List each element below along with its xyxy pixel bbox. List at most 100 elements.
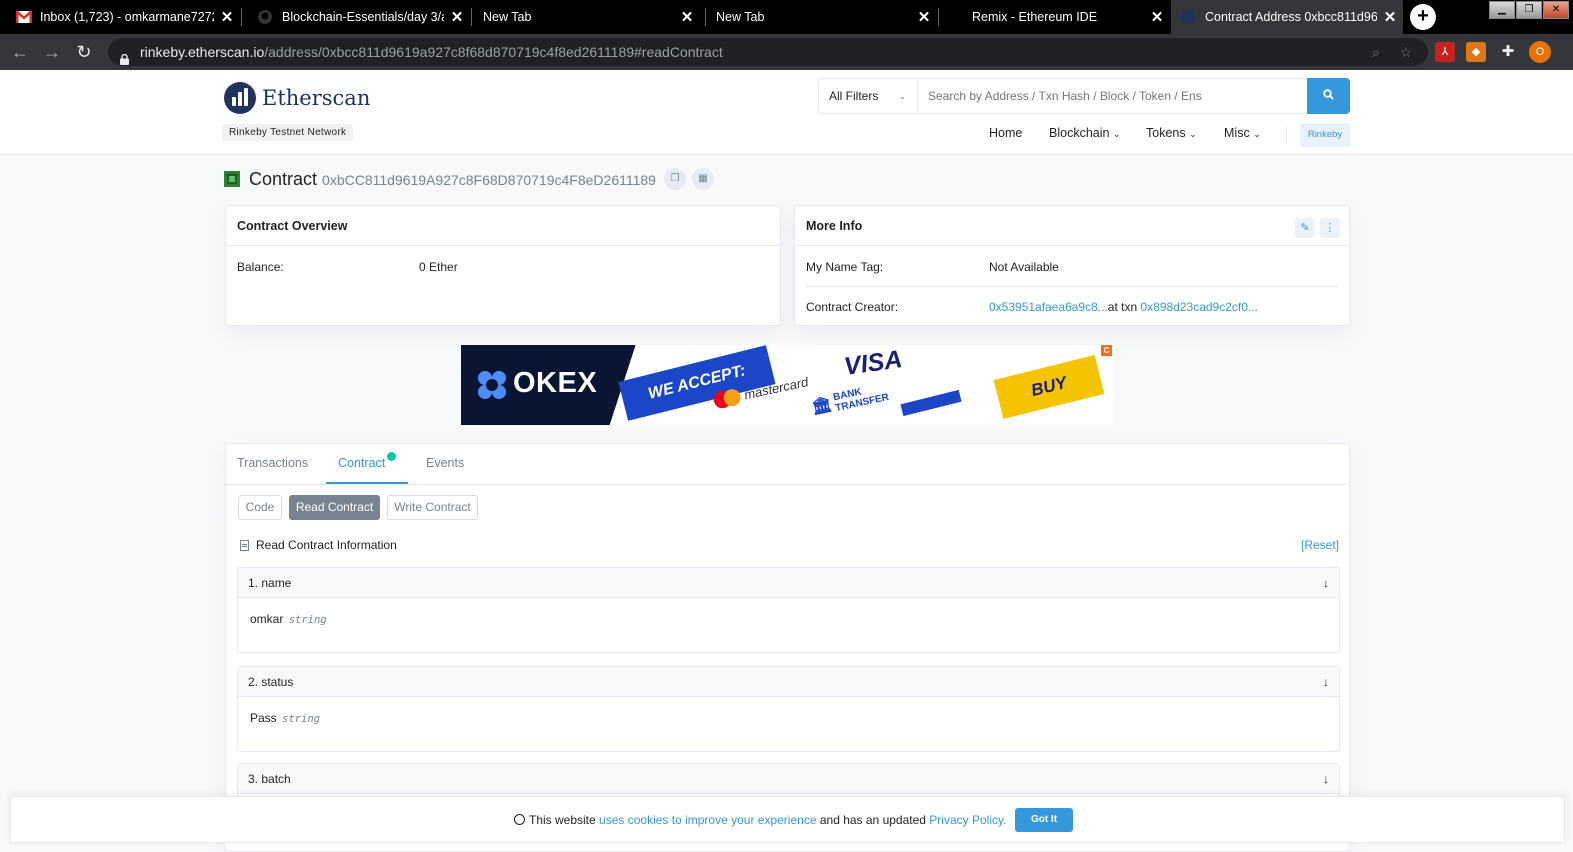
chevron-down-icon: ⌄ bbox=[1189, 129, 1197, 139]
reset-link[interactable]: [Reset] bbox=[1301, 538, 1339, 552]
contract-address: 0xbCC811d9619A927c8F68D870719c4F8eD26111… bbox=[322, 172, 656, 188]
network-badge: Rinkeby Testnet Network bbox=[222, 124, 354, 141]
cookie-middle: and has an updated bbox=[819, 813, 926, 827]
nav-divider bbox=[1286, 126, 1287, 144]
nav-home[interactable]: Home bbox=[989, 126, 1022, 140]
nav-misc[interactable]: Misc ⌄ bbox=[1224, 126, 1261, 140]
read-contract-button[interactable]: Read Contract bbox=[289, 495, 380, 520]
chevron-down-icon: ⌄ bbox=[1253, 129, 1261, 139]
creator-txn-link[interactable]: 0x898d23cad9c2cf0... bbox=[1140, 300, 1257, 314]
tab-transactions[interactable]: Transactions bbox=[237, 456, 308, 470]
search-filter-select[interactable]: All Filters ⌄ bbox=[818, 78, 918, 114]
close-window-button[interactable]: ✕ bbox=[1543, 1, 1569, 19]
creator-at-text: at txn bbox=[1107, 300, 1138, 314]
etherscan-logo[interactable]: Etherscan bbox=[224, 82, 370, 114]
card-title: More Info bbox=[795, 206, 1349, 246]
metamask-icon[interactable]: ◆ bbox=[1466, 42, 1486, 62]
result-type: string bbox=[282, 713, 320, 725]
close-tab-icon[interactable]: ✕ bbox=[911, 8, 937, 26]
function-result: omkar string bbox=[238, 598, 1339, 640]
search-input[interactable] bbox=[917, 78, 1308, 114]
address-bar[interactable]: rinkeby.etherscan.io/address/0xbcc811d96… bbox=[108, 38, 1428, 66]
browser-tab-remix[interactable]: Remix - Ethereum IDE ✕ bbox=[940, 0, 1170, 34]
creator-value: 0x53951afaea6a9c8...at txn 0x898d23cad9c… bbox=[989, 300, 1258, 314]
profile-avatar[interactable]: O bbox=[1529, 41, 1551, 63]
forward-arrow-icon[interactable]: → bbox=[40, 40, 64, 64]
nav-misc-label: Misc bbox=[1224, 126, 1250, 140]
minimize-button[interactable]: ▁ bbox=[1489, 1, 1515, 19]
tab-title: Contract Address 0xbcc811d96 bbox=[1205, 10, 1377, 24]
result-value: Pass bbox=[250, 711, 277, 725]
cookie-text: This website uses cookies to improve you… bbox=[514, 813, 1006, 827]
tab-events[interactable]: Events bbox=[426, 456, 464, 470]
okex-ad-banner[interactable]: OKEX WE ACCEPT: mastercard VISA 🏛 BANK TR… bbox=[461, 345, 1114, 425]
url-path: /address/0xbcc811d9619a927c8f68d870719c4… bbox=[264, 44, 723, 60]
browser-tab-github[interactable]: Blockchain-Essentials/day 3/anc ✕ bbox=[242, 0, 470, 34]
more-options-icon[interactable]: ⋮ bbox=[1320, 218, 1340, 238]
new-tab-button[interactable]: + bbox=[1410, 4, 1436, 30]
code-button[interactable]: Code bbox=[238, 495, 282, 520]
filter-label: All Filters bbox=[829, 89, 879, 103]
gmail-icon bbox=[15, 10, 33, 24]
extensions-puzzle-icon[interactable]: ✚ bbox=[1498, 42, 1518, 62]
function-header[interactable]: 3. batch ↓ bbox=[238, 764, 1339, 794]
tab-title: Inbox (1,723) - omkarmane7272 bbox=[40, 10, 214, 24]
tab-contract[interactable]: Contract bbox=[338, 452, 397, 470]
close-tab-icon[interactable]: ✕ bbox=[1144, 8, 1170, 26]
function-header[interactable]: 1. name ↓ bbox=[238, 568, 1339, 598]
close-tab-icon[interactable]: ✕ bbox=[1377, 8, 1403, 26]
adchoices-icon[interactable]: C bbox=[1101, 345, 1112, 356]
contract-icon bbox=[224, 171, 240, 187]
browser-tab-newtab-1[interactable]: New Tab ✕ bbox=[472, 0, 700, 34]
browser-tab-gmail[interactable]: Inbox (1,723) - omkarmane7272 ✕ bbox=[0, 0, 240, 34]
balance-label: Balance: bbox=[237, 260, 284, 274]
browser-toolbar: ← → ↻ rinkeby.etherscan.io/address/0xbcc… bbox=[0, 34, 1573, 70]
qr-code-icon[interactable]: ▦ bbox=[691, 168, 714, 190]
back-arrow-icon[interactable]: ← bbox=[8, 40, 32, 64]
function-name: 2. status bbox=[248, 675, 294, 689]
row-divider bbox=[806, 286, 1339, 287]
verified-check-icon bbox=[387, 452, 397, 461]
function-header[interactable]: 2. status ↓ bbox=[238, 667, 1339, 697]
cookie-policy-link[interactable]: uses cookies to improve your experience bbox=[599, 813, 816, 827]
edit-icon[interactable]: ✎ bbox=[1295, 218, 1315, 238]
contract-tabs-card: Transactions Contract Events Code Read C… bbox=[225, 443, 1350, 852]
close-tab-icon[interactable]: ✕ bbox=[674, 8, 700, 26]
browser-tab-etherscan[interactable]: Contract Address 0xbcc811d96 ✕ bbox=[1171, 0, 1403, 34]
ad-brand: OKEX bbox=[513, 367, 598, 399]
tab-title: Blockchain-Essentials/day 3/anc bbox=[282, 10, 444, 24]
logo-text: Etherscan bbox=[262, 86, 371, 110]
nav-blockchain[interactable]: Blockchain ⌄ bbox=[1049, 126, 1120, 140]
function-name: 1. name bbox=[248, 576, 292, 590]
browser-tab-bar: Inbox (1,723) - omkarmane7272 ✕ Blockcha… bbox=[0, 0, 1573, 34]
copy-icon[interactable]: ❐ bbox=[663, 168, 686, 190]
privacy-policy-link[interactable]: Privacy Policy. bbox=[929, 813, 1006, 827]
function-item: 1. name ↓ omkar string bbox=[237, 567, 1340, 653]
cookie-prefix: This website bbox=[529, 813, 596, 827]
nav-blockchain-label: Blockchain bbox=[1049, 126, 1110, 140]
creator-address-link[interactable]: 0x53951afaea6a9c8... bbox=[989, 300, 1108, 314]
reload-icon[interactable]: ↻ bbox=[72, 40, 96, 64]
card-title: Contract Overview bbox=[226, 206, 780, 246]
contract-overview-card: Contract Overview Balance: 0 Ether bbox=[225, 205, 781, 326]
tab-title: New Tab bbox=[483, 10, 532, 24]
network-switch-button[interactable]: Rinkeby bbox=[1300, 123, 1350, 147]
etherscan-logo-icon bbox=[224, 82, 256, 114]
got-it-button[interactable]: Got It bbox=[1015, 808, 1073, 832]
write-contract-button[interactable]: Write Contract bbox=[387, 495, 478, 520]
nav-tokens[interactable]: Tokens ⌄ bbox=[1146, 126, 1197, 140]
result-type: string bbox=[288, 614, 327, 626]
browser-tab-newtab-2[interactable]: New Tab ✕ bbox=[705, 0, 937, 34]
close-tab-icon[interactable]: ✕ bbox=[444, 8, 470, 26]
close-tab-icon[interactable]: ✕ bbox=[214, 8, 240, 26]
arrow-down-icon: ↓ bbox=[1323, 576, 1329, 590]
tab-contract-label: Contract bbox=[338, 456, 386, 470]
lock-icon bbox=[120, 46, 129, 65]
pdf-extension-icon[interactable]: ⅄ bbox=[1435, 42, 1455, 62]
page-title: Contract 0xbCC811d9619A927c8F68D870719c4… bbox=[224, 168, 714, 190]
restore-button[interactable]: ❐ bbox=[1516, 1, 1542, 19]
read-contract-title: Read Contract Information bbox=[256, 538, 397, 552]
star-icon[interactable]: ☆ bbox=[1399, 38, 1412, 66]
search-button[interactable] bbox=[1307, 78, 1350, 114]
zoom-icon[interactable]: ⌕ bbox=[1372, 38, 1380, 66]
